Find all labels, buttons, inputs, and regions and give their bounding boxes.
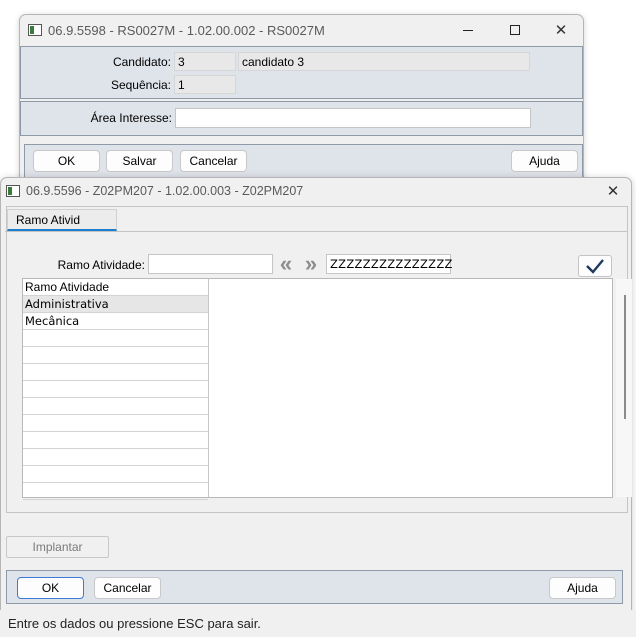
bottom-button-panel: OK Cancelar Ajuda bbox=[6, 570, 623, 604]
window-rs0027m: 06.9.5598 - RS0027M - 1.02.00.002 - RS00… bbox=[19, 14, 584, 184]
ramo-atividade-label: Ramo Atividade: bbox=[57, 258, 145, 272]
cancelar-button[interactable]: Cancelar bbox=[94, 577, 161, 599]
candidato-code-field: 3 bbox=[174, 52, 236, 71]
checkmark-icon bbox=[586, 259, 604, 274]
minimize-icon bbox=[463, 29, 473, 31]
window-title: 06.9.5596 - Z02PM207 - 1.02.00.003 - Z02… bbox=[26, 184, 304, 198]
candidato-name-field: candidato 3 bbox=[238, 52, 530, 71]
table-row[interactable] bbox=[23, 381, 208, 398]
ok-button[interactable]: OK bbox=[33, 150, 100, 172]
sequencia-label: Sequência: bbox=[110, 78, 171, 92]
double-chevron-right-icon: » bbox=[304, 251, 318, 276]
table-row[interactable] bbox=[23, 330, 208, 347]
next-button[interactable]: » bbox=[301, 251, 321, 276]
table-row[interactable] bbox=[23, 449, 208, 466]
ramo-atividade-to-input[interactable]: ZZZZZZZZZZZZZZZ bbox=[326, 254, 452, 274]
ok-button[interactable]: OK bbox=[17, 577, 84, 599]
cancelar-button[interactable]: Cancelar bbox=[180, 150, 247, 172]
title-bar[interactable]: 06.9.5596 - Z02PM207 - 1.02.00.003 - Z02… bbox=[1, 178, 631, 204]
table-row[interactable] bbox=[23, 483, 208, 500]
confirm-button[interactable] bbox=[578, 255, 612, 277]
close-button[interactable]: ✕ bbox=[596, 178, 630, 204]
ajuda-button[interactable]: Ajuda bbox=[511, 150, 578, 172]
maximize-button[interactable] bbox=[492, 15, 538, 45]
tab-ramo-ativid[interactable]: Ramo Ativid bbox=[7, 209, 117, 231]
table-row[interactable]: Mecânica bbox=[23, 313, 208, 330]
close-button[interactable]: ✕ bbox=[538, 15, 584, 45]
window-icon bbox=[28, 24, 42, 36]
double-chevron-left-icon: « bbox=[279, 251, 293, 276]
salvar-button[interactable]: Salvar bbox=[106, 150, 173, 172]
window-title: 06.9.5598 - RS0027M - 1.02.00.002 - RS00… bbox=[48, 22, 325, 38]
maximize-icon bbox=[510, 25, 520, 35]
ajuda-button[interactable]: Ajuda bbox=[549, 577, 616, 599]
table-row[interactable] bbox=[23, 432, 208, 449]
implantar-button[interactable]: Implantar bbox=[6, 536, 109, 558]
candidate-panel: Candidato: 3 candidato 3 Sequência: 1 bbox=[20, 46, 583, 99]
tab-divider bbox=[5, 231, 627, 232]
area-panel: Área Interesse: bbox=[20, 101, 583, 136]
area-interesse-input[interactable] bbox=[175, 108, 531, 128]
table-row[interactable] bbox=[23, 415, 208, 432]
area-interesse-label: Área Interesse: bbox=[90, 111, 172, 125]
scrollbar-thumb[interactable] bbox=[624, 295, 626, 419]
grid-column: Ramo Atividade Administrativa Mecânica bbox=[23, 279, 209, 500]
table-row[interactable] bbox=[23, 347, 208, 364]
column-header[interactable]: Ramo Atividade bbox=[23, 279, 208, 296]
table-row[interactable] bbox=[23, 398, 208, 415]
table-row[interactable] bbox=[23, 364, 208, 381]
ramo-atividade-from-input[interactable] bbox=[148, 254, 273, 274]
ramo-atividade-grid[interactable]: Ramo Atividade Administrativa Mecânica bbox=[22, 278, 632, 500]
status-bar: Entre os dados ou pressione ESC para sai… bbox=[0, 610, 636, 637]
candidato-label: Candidato: bbox=[112, 55, 171, 69]
close-icon: ✕ bbox=[554, 21, 568, 39]
window-icon bbox=[6, 185, 20, 197]
button-panel: OK Salvar Cancelar Ajuda bbox=[24, 144, 583, 179]
table-row[interactable]: Administrativa bbox=[23, 296, 208, 313]
close-icon: ✕ bbox=[606, 182, 620, 200]
vertical-scrollbar[interactable] bbox=[616, 279, 632, 497]
sequencia-field: 1 bbox=[174, 75, 236, 94]
minimize-button[interactable] bbox=[445, 15, 491, 45]
previous-button[interactable]: « bbox=[276, 251, 296, 276]
table-row[interactable] bbox=[23, 466, 208, 483]
